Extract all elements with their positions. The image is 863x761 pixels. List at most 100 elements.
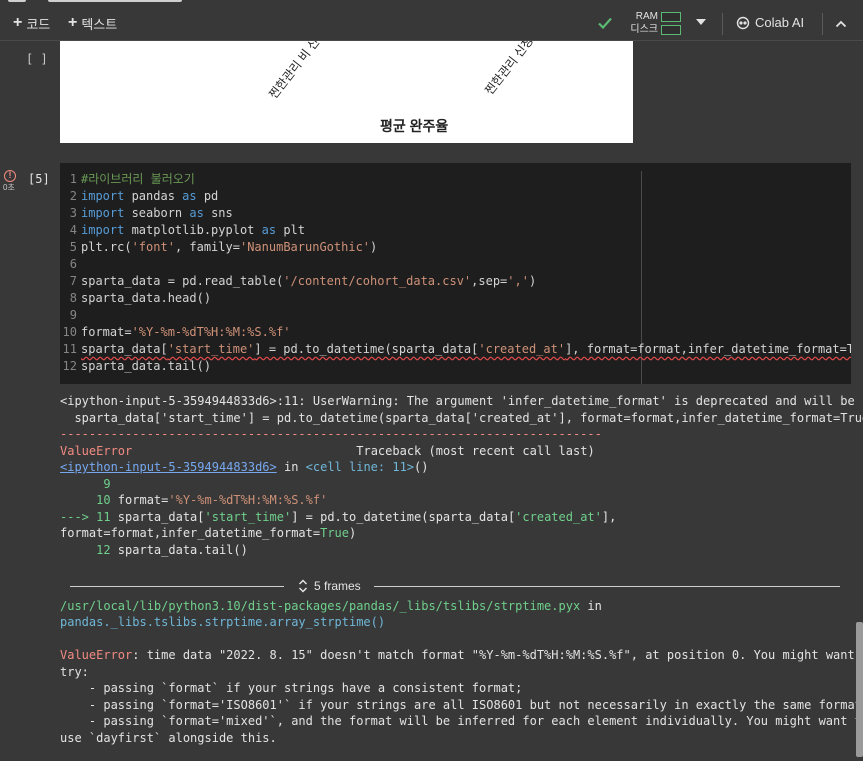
code-token: import bbox=[81, 223, 125, 237]
line-number: 3 bbox=[69, 206, 77, 220]
code-token: sparta_data = pd.read_table( bbox=[81, 274, 284, 288]
code-string: 'created_at' bbox=[515, 510, 602, 524]
error-message-line: - passing `format='ISO8601'` if your str… bbox=[60, 698, 863, 712]
code-string: 'start_time' bbox=[204, 510, 292, 524]
error-name: ValueError bbox=[60, 444, 133, 458]
code-line[interactable]: 9 bbox=[60, 307, 81, 324]
code-line[interactable]: 8 sparta_data.head() bbox=[60, 290, 211, 307]
frames-divider bbox=[374, 586, 840, 587]
exec-time: 0초 bbox=[3, 183, 15, 192]
code-text: format=format,infer_datetime_format= bbox=[60, 526, 321, 540]
add-code-label: 코드 bbox=[26, 16, 51, 32]
code-token: ) bbox=[528, 274, 537, 288]
code-token: ] = pd.to_datetime(sparta_data[ bbox=[254, 342, 479, 356]
connected-check-icon[interactable] bbox=[597, 15, 613, 31]
code-line[interactable]: 6 bbox=[60, 256, 81, 273]
cell-line-ref: <cell line: 11> bbox=[305, 460, 415, 474]
code-text: sparta_data.tail() bbox=[110, 543, 248, 557]
code-text: sparta_data[ bbox=[110, 510, 205, 524]
in-text: in bbox=[580, 599, 602, 613]
frames-count-label: 5 frames bbox=[314, 579, 361, 593]
code-token: , family= bbox=[174, 240, 240, 254]
line-number: 12 bbox=[62, 359, 77, 373]
chevron-up-icon[interactable] bbox=[835, 18, 847, 30]
ipython-input-link[interactable]: <ipython-input-5-3594944833d6> bbox=[60, 460, 277, 474]
code-line[interactable]: 1 #라이브러리 불러오기 bbox=[60, 171, 195, 188]
collapsed-frames-toggle[interactable]: 5 frames bbox=[70, 578, 840, 596]
code-editor[interactable]: 1 #라이브러리 불러오기 2 import pandas as pd 3 import … bbox=[60, 163, 851, 384]
code-token: as bbox=[261, 223, 277, 237]
code-keyword: True bbox=[320, 526, 349, 540]
title-fragment bbox=[48, 0, 182, 2]
source-function: pandas._libs.tslibs.strptime.array_strpt… bbox=[60, 615, 386, 629]
code-text: ] = pd.to_datetime(sparta_data[ bbox=[291, 510, 516, 524]
expand-collapse-icon bbox=[298, 579, 308, 593]
code-token: as bbox=[189, 206, 204, 220]
code-token: sparta_data.tail() bbox=[81, 359, 212, 373]
traceback-line-12: 12 sparta_data.tail() bbox=[60, 542, 248, 559]
error-message-line: use `dayfirst` alongside this. bbox=[60, 731, 277, 745]
code-token: sparta_data.head() bbox=[81, 291, 212, 305]
plot-output-image: 찐한관리 비 신청자 찐한관리 신청자 평균 완주율 bbox=[60, 41, 633, 143]
x-axis-label: 평균 완주율 bbox=[380, 118, 449, 134]
error-message-line: try: bbox=[60, 665, 89, 679]
code-line[interactable]: 5 plt.rc('font', family='NanumBarunGothic… bbox=[60, 239, 377, 256]
line-number: 11 bbox=[62, 342, 77, 356]
line-number: 10 bbox=[60, 493, 111, 507]
warning-line: <ipython-input-5-3594944833d6>:11: UserW… bbox=[60, 394, 863, 408]
cell-exec-label[interactable]: [5] bbox=[28, 172, 50, 186]
code-string: '%Y-%m-%dT%H:%M:%S.%f' bbox=[168, 493, 328, 507]
code-line[interactable]: 2 import pandas as pd bbox=[60, 188, 219, 205]
error-message: : time data "2022. 8. 15" doesn't match … bbox=[132, 648, 863, 662]
toolbar-divider bbox=[722, 13, 723, 35]
code-token: pd bbox=[196, 189, 219, 203]
traceback-header: ValueError Traceback (most recent call la… bbox=[60, 443, 595, 460]
line-number: 1 bbox=[69, 172, 77, 186]
call-parens: () bbox=[414, 460, 429, 474]
code-token: ], format=format,infer_datetime_format=T… bbox=[565, 342, 851, 356]
colab-ai-label: Colab AI bbox=[755, 15, 805, 30]
code-token: ) bbox=[370, 240, 378, 254]
line-number: 12 bbox=[60, 543, 111, 557]
add-text-button[interactable]: + 텍스트 bbox=[68, 13, 117, 33]
title-fragment bbox=[8, 0, 26, 2]
plus-icon: + bbox=[13, 14, 23, 31]
code-token: ,sep= bbox=[471, 274, 508, 288]
colab-ai-icon bbox=[736, 16, 750, 29]
error-name: ValueError bbox=[60, 648, 133, 662]
traceback-title: Traceback (most recent call last) bbox=[356, 444, 595, 458]
code-token: 'created_at' bbox=[478, 342, 566, 356]
colab-ai-button[interactable]: Colab AI bbox=[736, 15, 804, 30]
source-path-line: /usr/local/lib/python3.10/dist-packages/… bbox=[60, 598, 602, 615]
traceback-line-11-cont: format=format,infer_datetime_format=True… bbox=[60, 525, 356, 542]
code-line[interactable]: 3 import seaborn as sns bbox=[60, 205, 233, 222]
frames-divider bbox=[70, 586, 284, 587]
code-token: as bbox=[182, 189, 197, 203]
cell-exec-label[interactable]: [ ] bbox=[26, 52, 48, 66]
traceback-separator: ----------------------------------------… bbox=[60, 427, 602, 441]
code-line[interactable]: 11 sparta_data['start_time'] = pd.to_date… bbox=[60, 341, 851, 358]
frames-button[interactable]: 5 frames bbox=[298, 578, 361, 594]
traceback-line-11: ---> 11 sparta_data['start_time'] = pd.t… bbox=[60, 509, 616, 526]
resource-monitor[interactable]: RAM 디스크 bbox=[628, 11, 684, 37]
code-text: ], bbox=[601, 510, 617, 524]
code-line[interactable]: 4 import matplotlib.pyplot as plt bbox=[60, 222, 305, 239]
code-token: sns bbox=[203, 206, 233, 220]
code-token: #라이브러리 불러오기 bbox=[81, 172, 195, 186]
code-token: seaborn bbox=[124, 206, 190, 220]
error-status-icon[interactable]: ! bbox=[4, 170, 16, 182]
line-number: 6 bbox=[69, 257, 77, 271]
code-token: '/content/cohort_data.csv' bbox=[283, 274, 472, 288]
source-path: /usr/local/lib/python3.10/dist-packages/… bbox=[60, 599, 581, 613]
code-token: import bbox=[81, 206, 125, 220]
code-text: ) bbox=[349, 526, 357, 540]
runtime-dropdown-icon[interactable] bbox=[696, 19, 706, 25]
output-scrollbar[interactable] bbox=[856, 622, 863, 757]
code-line[interactable]: 10 format='%Y-%m-%dT%H:%M:%S.%f' bbox=[60, 324, 291, 341]
line-number: 2 bbox=[69, 189, 77, 203]
code-line[interactable]: 7 sparta_data = pd.read_table('/content/c… bbox=[60, 273, 536, 290]
code-line[interactable]: 12 sparta_data.tail() bbox=[60, 358, 212, 375]
add-code-button[interactable]: + 코드 bbox=[13, 13, 50, 33]
plus-icon: + bbox=[68, 14, 78, 31]
code-token: ',' bbox=[507, 274, 529, 288]
